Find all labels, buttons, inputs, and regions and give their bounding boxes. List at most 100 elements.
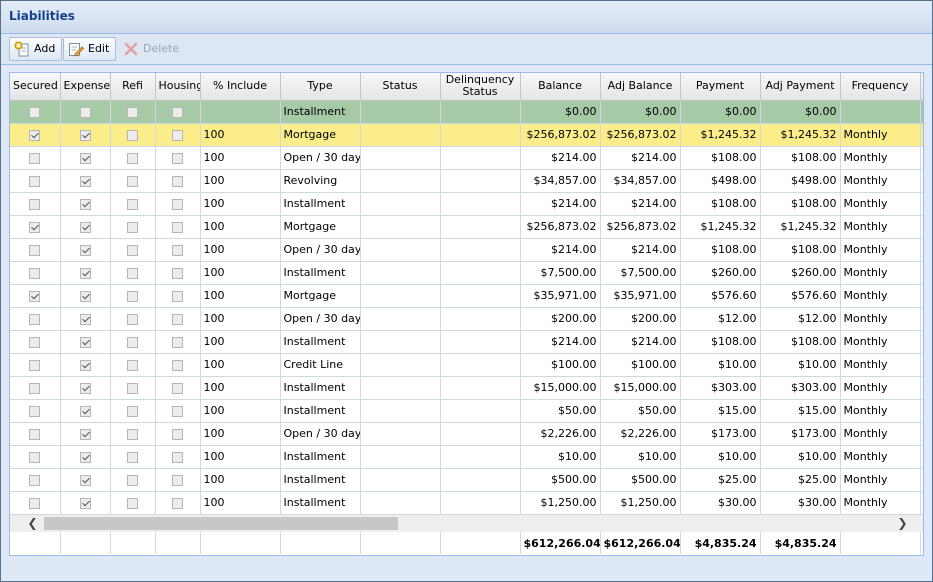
- table-row[interactable]: 100 Mortgage $256,873.02 $256,873.02 $1,245.…: [10, 215, 923, 239]
- housing-checkbox[interactable]: [172, 474, 183, 486]
- secured-checkbox[interactable]: [29, 221, 41, 233]
- housing-checkbox[interactable]: [172, 221, 183, 233]
- refi-checkbox[interactable]: [127, 405, 138, 417]
- column-header-type[interactable]: Type: [280, 73, 361, 101]
- refi-checkbox[interactable]: [127, 382, 138, 394]
- secured-checkbox[interactable]: [29, 244, 41, 256]
- secured-checkbox[interactable]: [29, 198, 41, 210]
- horizontal-scrollbar[interactable]: ❮ ❯: [10, 514, 923, 532]
- table-row[interactable]: 100 Credit Line $100.00 $100.00 $10.00 $10.00…: [10, 353, 923, 377]
- add-button[interactable]: Add: [9, 37, 63, 61]
- checkbox[interactable]: [172, 106, 183, 118]
- column-header-frequency[interactable]: Frequency: [840, 73, 921, 101]
- expense-checkbox[interactable]: [79, 175, 91, 187]
- refi-checkbox[interactable]: [127, 428, 138, 440]
- table-row[interactable]: 100 Installment $214.00 $214.00 $108.00 $108.…: [10, 330, 923, 354]
- housing-checkbox[interactable]: [172, 336, 183, 348]
- column-header-status[interactable]: Status: [360, 73, 441, 101]
- column-header-housing[interactable]: Housing: [155, 73, 201, 101]
- delete-button[interactable]: Delete: [118, 37, 186, 61]
- table-row[interactable]: 100 Installment $7,500.00 $7,500.00 $260.00 $…: [10, 261, 923, 285]
- secured-checkbox[interactable]: [29, 405, 41, 417]
- housing-checkbox[interactable]: [172, 313, 183, 325]
- housing-checkbox[interactable]: [172, 244, 183, 256]
- table-row[interactable]: 100 Installment $15,000.00 $15,000.00 $303.0…: [10, 376, 923, 400]
- secured-checkbox[interactable]: [29, 428, 41, 440]
- expense-checkbox[interactable]: [79, 497, 91, 509]
- checkbox[interactable]: [127, 106, 138, 118]
- refi-checkbox[interactable]: [127, 129, 138, 141]
- refi-checkbox[interactable]: [127, 313, 138, 325]
- refi-checkbox[interactable]: [127, 152, 138, 164]
- secured-checkbox[interactable]: [29, 152, 41, 164]
- column-header-adj-balance[interactable]: Adj Balance: [600, 73, 681, 101]
- expense-checkbox[interactable]: [79, 221, 91, 233]
- housing-checkbox[interactable]: [172, 175, 183, 187]
- housing-checkbox[interactable]: [172, 428, 183, 440]
- column-header-balance[interactable]: Balance: [520, 73, 601, 101]
- table-row[interactable]: 100 Installment $500.00 $500.00 $25.00 $25.00…: [10, 468, 923, 492]
- refi-checkbox[interactable]: [127, 244, 138, 256]
- housing-checkbox[interactable]: [172, 152, 183, 164]
- table-row[interactable]: 100 Open / 30 day $214.00 $214.00 $108.00 $10…: [10, 146, 923, 170]
- refi-checkbox[interactable]: [127, 497, 138, 509]
- table-row[interactable]: 100 Open / 30 day $200.00 $200.00 $12.00 $12.…: [10, 307, 923, 331]
- secured-checkbox[interactable]: [29, 267, 41, 279]
- table-row[interactable]: 100 Mortgage $256,873.02 $256,873.02 $1,245.…: [10, 123, 923, 147]
- secured-checkbox[interactable]: [29, 129, 41, 141]
- refi-checkbox[interactable]: [127, 175, 138, 187]
- scroll-right-icon[interactable]: ❯: [894, 515, 911, 532]
- column-header-secured[interactable]: Secured: [10, 73, 61, 101]
- expense-checkbox[interactable]: [79, 382, 91, 394]
- table-row[interactable]: 100 Installment $1,250.00 $1,250.00 $30.00 $3…: [10, 491, 923, 515]
- expense-checkbox[interactable]: [79, 198, 91, 210]
- column-header-payment[interactable]: Payment: [680, 73, 761, 101]
- expense-checkbox[interactable]: [79, 290, 91, 302]
- housing-checkbox[interactable]: [172, 290, 183, 302]
- refi-checkbox[interactable]: [127, 267, 138, 279]
- secured-checkbox[interactable]: [29, 175, 41, 187]
- expense-checkbox[interactable]: [79, 428, 91, 440]
- housing-checkbox[interactable]: [172, 451, 183, 463]
- table-row[interactable]: 100 Revolving $34,857.00 $34,857.00 $498.00 $…: [10, 169, 923, 193]
- housing-checkbox[interactable]: [172, 267, 183, 279]
- expense-checkbox[interactable]: [79, 359, 91, 371]
- housing-checkbox[interactable]: [172, 405, 183, 417]
- expense-checkbox[interactable]: [79, 474, 91, 486]
- checkbox[interactable]: [79, 106, 91, 118]
- expense-checkbox[interactable]: [79, 313, 91, 325]
- expense-checkbox[interactable]: [79, 244, 91, 256]
- secured-checkbox[interactable]: [29, 359, 41, 371]
- refi-checkbox[interactable]: [127, 336, 138, 348]
- column-header-refi[interactable]: Refi: [110, 73, 156, 101]
- column-header-adj-payment[interactable]: Adj Payment: [760, 73, 841, 101]
- secured-checkbox[interactable]: [29, 451, 41, 463]
- column-header-delinquency-status[interactable]: Delinquency Status: [440, 73, 521, 101]
- secured-checkbox[interactable]: [29, 497, 41, 509]
- table-row[interactable]: 100 Installment $50.00 $50.00 $15.00 $15.00 Mo…: [10, 399, 923, 423]
- secured-checkbox[interactable]: [29, 336, 41, 348]
- edit-button[interactable]: Edit: [63, 37, 117, 61]
- housing-checkbox[interactable]: [172, 359, 183, 371]
- scroll-left-icon[interactable]: ❮: [24, 515, 41, 532]
- housing-checkbox[interactable]: [172, 129, 183, 141]
- housing-checkbox[interactable]: [172, 382, 183, 394]
- table-row[interactable]: 100 Installment $10.00 $10.00 $10.00 $10.00 Mo…: [10, 445, 923, 469]
- expense-checkbox[interactable]: [79, 152, 91, 164]
- refi-checkbox[interactable]: [127, 198, 138, 210]
- table-row[interactable]: 100 Open / 30 day $2,226.00 $2,226.00 $173.0…: [10, 422, 923, 446]
- refi-checkbox[interactable]: [127, 221, 138, 233]
- column-header-expense[interactable]: Expense: [60, 73, 111, 101]
- expense-checkbox[interactable]: [79, 129, 91, 141]
- refi-checkbox[interactable]: [127, 359, 138, 371]
- refi-checkbox[interactable]: [127, 474, 138, 486]
- secured-checkbox[interactable]: [29, 290, 41, 302]
- scrollbar-thumb[interactable]: [44, 517, 398, 530]
- expense-checkbox[interactable]: [79, 451, 91, 463]
- housing-checkbox[interactable]: [172, 198, 183, 210]
- table-row[interactable]: 100 Installment $214.00 $214.00 $108.00 $108.…: [10, 192, 923, 216]
- checkbox[interactable]: [29, 106, 41, 118]
- refi-checkbox[interactable]: [127, 290, 138, 302]
- secured-checkbox[interactable]: [29, 313, 41, 325]
- secured-checkbox[interactable]: [29, 474, 41, 486]
